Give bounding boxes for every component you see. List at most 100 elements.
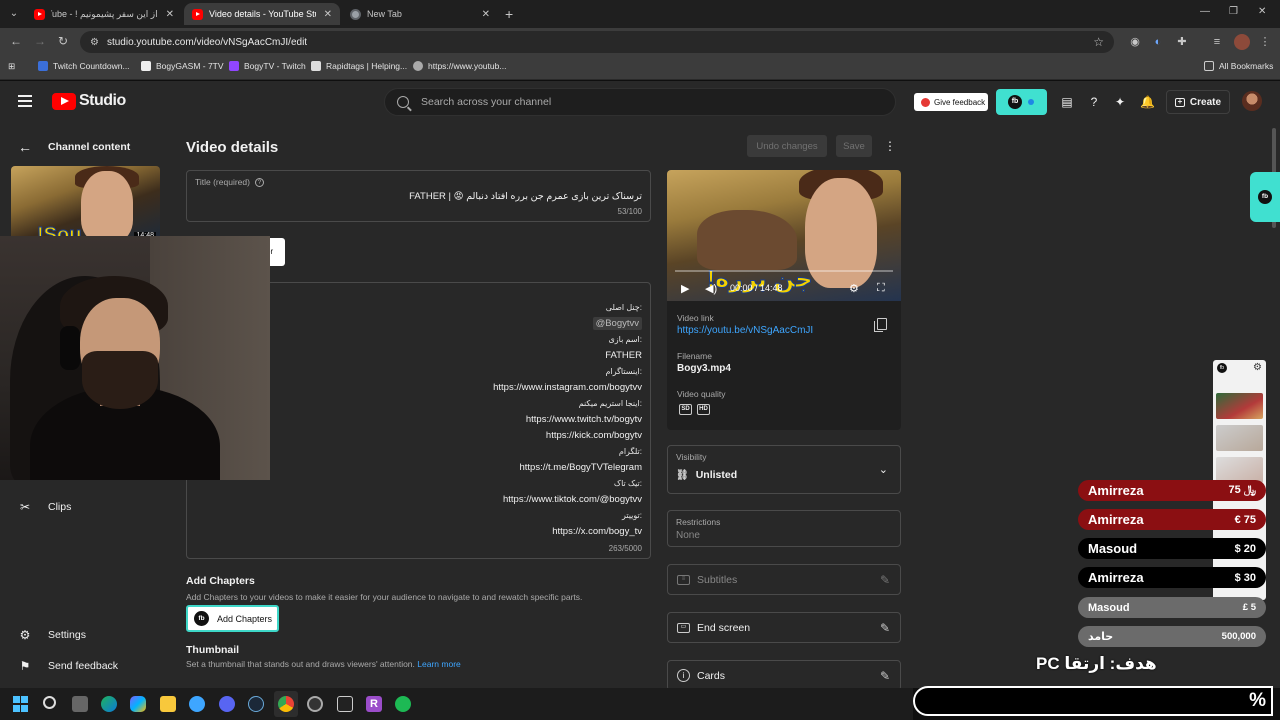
close-tab-icon[interactable]: ✕ — [166, 9, 174, 20]
chrome-icon[interactable] — [278, 696, 294, 712]
apps-grid-icon[interactable]: ⊞ — [8, 61, 15, 72]
file-explorer-icon[interactable] — [160, 696, 176, 712]
edit-pencil-icon[interactable]: ✎ — [880, 621, 890, 635]
help-icon[interactable]: ? — [1087, 95, 1101, 109]
undo-changes-button[interactable]: Undo changes — [747, 135, 827, 157]
save-button[interactable]: Save — [836, 135, 872, 157]
bookmark-item[interactable]: BogyGASM - 7TV — [141, 61, 224, 71]
site-info-icon[interactable]: ⚙ — [90, 37, 99, 48]
close-window-icon[interactable]: ✕ — [1258, 6, 1266, 17]
reading-list-icon[interactable]: ≡ — [1210, 35, 1224, 49]
volume-icon[interactable]: ◀) — [705, 282, 717, 295]
edge-icon[interactable] — [101, 696, 117, 712]
sidebar-item-clips[interactable]: ✂ Clips — [18, 500, 71, 514]
bookmark-star-icon[interactable]: ☆ — [1093, 35, 1104, 49]
more-options-icon[interactable]: ⋮ — [884, 139, 896, 153]
donation-row: Amirreza € 75 — [1078, 509, 1266, 530]
extension-icon[interactable]: ◐ — [1151, 35, 1165, 49]
give-feedback-button[interactable]: Give feedback — [914, 93, 988, 111]
hamburger-menu-icon[interactable] — [18, 95, 32, 107]
messages-icon[interactable]: ▤ — [1060, 95, 1074, 109]
back-arrow-icon[interactable]: ← — [10, 34, 22, 48]
bookmark-item[interactable]: Rapidtags | Helping... — [311, 61, 407, 71]
bookmark-favicon-icon — [311, 61, 321, 71]
extension-toggle[interactable]: fb — [996, 89, 1047, 115]
app-r-icon[interactable]: R — [366, 696, 382, 712]
end-screen-row[interactable]: ▭ End screen ✎ — [667, 612, 901, 643]
sidebar-item-send-feedback[interactable]: ⚑ Send feedback — [18, 659, 118, 673]
tab-new-tab[interactable]: New Tab ✕ — [342, 3, 498, 25]
discord-icon[interactable] — [219, 696, 235, 712]
app-icon[interactable] — [189, 696, 205, 712]
bookmark-item[interactable]: Twitch Countdown... — [38, 61, 130, 71]
play-icon[interactable]: ▶ — [681, 282, 689, 295]
title-value[interactable]: ترسناک ترین بازی عمرم جن برره افتاد دنبا… — [409, 191, 642, 202]
subtitles-row[interactable]: ≡ Subtitles ✎ — [667, 564, 901, 595]
task-view-icon[interactable] — [72, 696, 88, 712]
cards-row[interactable]: i Cards ✎ — [667, 660, 901, 691]
video-player[interactable]: !جن برره ▶ ◀) 00:00 / 14:48 ⚙ ⛶ — [667, 170, 901, 301]
restrictions-field[interactable]: Restrictions None — [667, 510, 901, 547]
video-thumbnail[interactable]: !Sou 14:48 — [11, 166, 160, 241]
donation-amount: $ 20 — [1234, 542, 1256, 555]
mini-thumbnail[interactable] — [1216, 425, 1263, 451]
tab-search-icon[interactable]: ⌄ — [6, 6, 22, 22]
extension-icon[interactable]: ◉ — [1128, 35, 1142, 49]
donation-amount: € 75 — [1234, 513, 1256, 526]
url-text[interactable]: studio.youtube.com/video/vNSgAacCmJI/edi… — [107, 37, 307, 48]
description-line: تیک تاک: — [613, 479, 642, 488]
new-tab-plus-icon[interactable]: + — [505, 6, 513, 22]
spotify-icon[interactable] — [395, 696, 411, 712]
search-input[interactable]: Search across your channel — [384, 88, 896, 116]
description-char-counter: 263/5000 — [608, 544, 642, 553]
description-line: اسم بازی: — [608, 335, 643, 344]
extensions-puzzle-icon[interactable]: ✚ — [1175, 35, 1189, 49]
copilot-icon[interactable] — [130, 696, 146, 712]
player-settings-gear-icon[interactable]: ⚙ — [849, 282, 859, 295]
steam-icon[interactable] — [248, 696, 264, 712]
forward-arrow-icon[interactable]: → — [34, 34, 46, 48]
address-bar[interactable]: ⚙ studio.youtube.com/video/vNSgAacCmJI/e… — [80, 31, 1114, 53]
minimize-icon[interactable]: — — [1200, 6, 1210, 17]
copy-icon[interactable] — [874, 318, 887, 332]
tab-video-details[interactable]: Video details - YouTube Studio ✕ — [184, 3, 340, 25]
extension-side-tab[interactable]: fb — [1250, 172, 1280, 222]
profile-avatar[interactable] — [1234, 34, 1250, 50]
sparkle-icon[interactable]: ✦ — [1113, 95, 1127, 109]
close-tab-icon[interactable]: ✕ — [482, 9, 490, 20]
notifications-bell-icon[interactable]: 🔔 — [1140, 95, 1155, 109]
gear-icon[interactable]: ⚙ — [1253, 362, 1262, 373]
tab-youtube[interactable]: از این سفر پشیمونیم ! - YouTube ✕ — [26, 3, 182, 25]
visibility-select[interactable]: Visibility ⛓ Unlisted ⌄ — [667, 445, 901, 494]
obs-icon[interactable] — [307, 696, 323, 712]
player-progress-bar[interactable] — [675, 270, 893, 272]
help-circle-icon[interactable]: ? — [254, 177, 264, 187]
windows-start-icon[interactable] — [13, 696, 29, 712]
edit-pencil-icon[interactable]: ✎ — [880, 669, 890, 683]
all-bookmarks[interactable]: All Bookmarks — [1204, 61, 1273, 71]
chrome-menu-icon[interactable]: ⋮ — [1258, 35, 1272, 49]
video-link[interactable]: https://youtu.be/vNSgAacCmJI — [677, 325, 813, 336]
studio-logo[interactable]: Studio — [52, 92, 126, 110]
mini-thumbnail[interactable] — [1216, 393, 1263, 419]
title-field[interactable]: Title (required) ? ترسناک ترین بازی عمرم… — [186, 170, 651, 222]
sidebar-item-settings[interactable]: ⚙ Settings — [18, 628, 86, 642]
close-tab-icon[interactable]: ✕ — [324, 9, 332, 20]
channel-avatar[interactable] — [1242, 91, 1262, 111]
app-icon[interactable] — [337, 696, 353, 712]
restore-icon[interactable]: ❐ — [1229, 6, 1238, 17]
page-title: Video details — [186, 139, 279, 156]
bookmarks-bar: ⊞ Twitch Countdown... BogyGASM - 7TV Bog… — [0, 56, 1280, 80]
channel-content-back-link[interactable]: ← Channel content — [18, 139, 130, 155]
description-text[interactable]: چنل اصلی: @Bogytvv اسم بازی: FATHER اینستاگر… — [493, 300, 642, 540]
add-chapters-button[interactable]: fb Add Chapters — [186, 605, 279, 632]
bookmark-item[interactable]: BogyTV - Twitch — [229, 61, 306, 71]
search-icon[interactable] — [43, 696, 56, 709]
learn-more-link[interactable]: Learn more — [417, 659, 460, 669]
edit-pencil-icon[interactable]: ✎ — [880, 573, 890, 587]
reload-icon[interactable]: ↻ — [58, 34, 68, 48]
bookmark-item[interactable]: https://www.youtub... — [413, 61, 506, 71]
fullscreen-icon[interactable]: ⛶ — [877, 282, 885, 295]
hd-badge-icon: HD — [697, 404, 710, 415]
create-button[interactable]: + Create — [1166, 90, 1230, 114]
